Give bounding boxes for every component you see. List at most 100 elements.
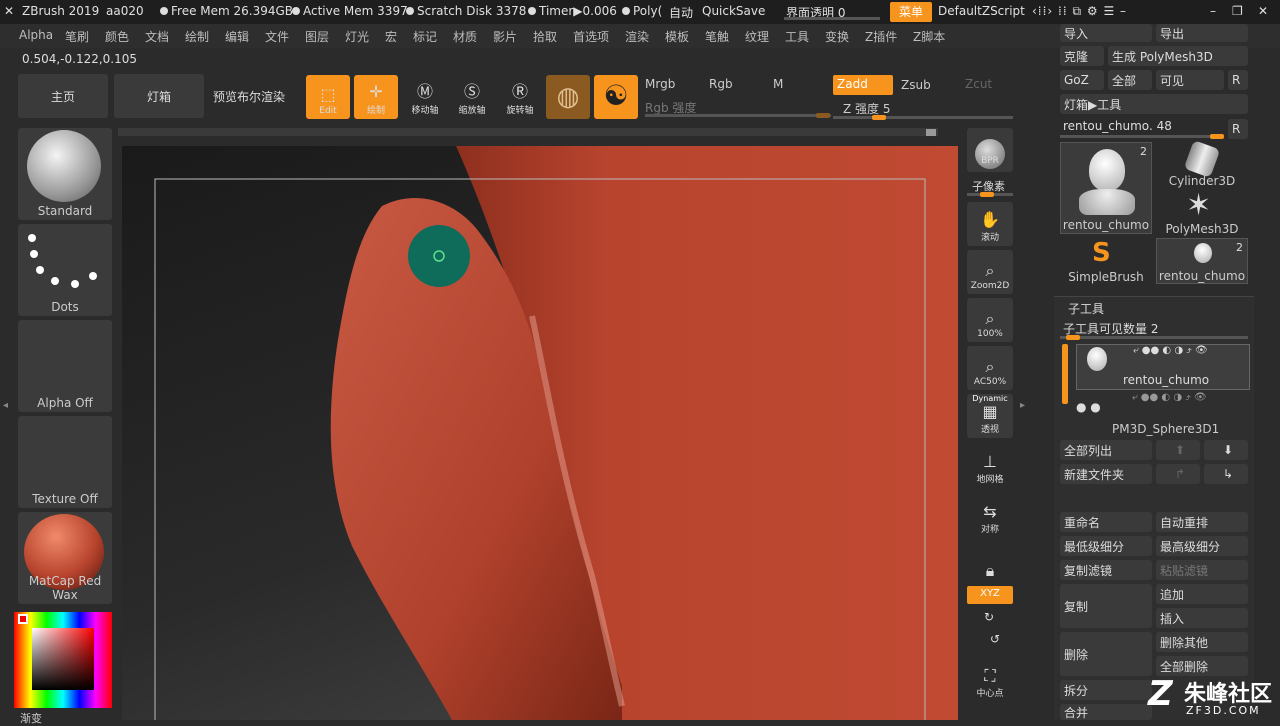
goz-button[interactable]: GoZ [1060, 70, 1104, 90]
z-intensity-handle[interactable] [872, 115, 886, 120]
color-saturation-square[interactable] [32, 628, 94, 690]
rgb-intensity-handle[interactable] [816, 113, 830, 118]
ac50-button[interactable]: ⌕ AC50% [967, 346, 1013, 390]
actual-size-button[interactable]: ⌕ 100% [967, 298, 1013, 342]
mrgb-toggle[interactable]: Mrgb [645, 77, 675, 91]
move-up-icon[interactable]: ⬆ [1156, 440, 1200, 460]
goz-r-button[interactable]: R [1228, 70, 1248, 90]
m-toggle[interactable]: M [773, 77, 783, 91]
tool-r-button[interactable]: R [1228, 119, 1248, 139]
home-button[interactable]: 主页 [18, 74, 108, 118]
xyz-rotate-button[interactable]: XYZ [967, 586, 1013, 604]
menu-brush[interactable]: 笔刷 [65, 28, 89, 45]
delete-other-button[interactable]: 删除其他 [1156, 632, 1248, 652]
current-tool-handle[interactable] [1210, 134, 1224, 139]
menu-zplugin[interactable]: Z插件 [865, 28, 897, 45]
menu-stencil[interactable]: 模板 [665, 28, 689, 45]
restore-icon[interactable]: ❐ [1232, 4, 1243, 18]
menu-macro[interactable]: 宏 [385, 28, 397, 45]
subtool-item-pm3d-sphere[interactable]: ● ● ⤶ ●● ◐ ◑ ⤴ 👁︎ PM3D_Sphere3D1 [1076, 392, 1250, 438]
tool-thumb-rentou-chumo[interactable]: 2 rentou_chumo [1060, 142, 1152, 234]
new-folder-button[interactable]: 新建文件夹 [1060, 464, 1152, 484]
highest-subdiv-button[interactable]: 最高级细分 [1156, 536, 1248, 556]
subtool-item-rentou-chumo[interactable]: ⤶ ●● ◐ ◑ ⤴ 👁︎ rentou_chumo [1076, 344, 1250, 390]
menu-file[interactable]: 文件 [265, 28, 289, 45]
subtool-header[interactable]: 子工具 [1068, 300, 1104, 317]
scale-gizmo-button[interactable]: Ⓢ 缩放轴 [450, 75, 494, 119]
export-button[interactable]: 导出 [1156, 24, 1248, 42]
menu-light[interactable]: 灯光 [345, 28, 369, 45]
subtool-visible-handle[interactable] [1066, 335, 1080, 340]
tool-thumb-polymesh3d[interactable]: ✶ PolyMesh3D [1156, 188, 1248, 236]
perspective-button[interactable]: Dynamic ▦ 透视 [967, 394, 1013, 438]
rgb-toggle[interactable]: Rgb [709, 77, 733, 91]
subtool-list-scrollbar[interactable] [1062, 344, 1068, 404]
rotate-y-icon[interactable]: ↻ [984, 610, 994, 624]
insert-button[interactable]: 插入 [1156, 608, 1248, 628]
canvas-top-scrollbar[interactable] [118, 128, 938, 136]
import-button[interactable]: 导入 [1060, 24, 1152, 42]
copy-filter-button[interactable]: 复制滤镜 [1060, 560, 1152, 580]
lock-camera-button[interactable]: 🔒︎ [967, 540, 1013, 584]
lightbox-button[interactable]: 灯箱 [114, 74, 204, 118]
list-all-button[interactable]: 全部列出 [1060, 440, 1152, 460]
goz-visible-button[interactable]: 可见 [1156, 70, 1224, 90]
material-swatch[interactable]: MatCap Red Wax [18, 512, 112, 604]
subtool-toggle-icons[interactable]: ⤶ ●● ◐ ◑ ⤴ 👁︎ [1133, 345, 1208, 356]
menu-tool[interactable]: 工具 [785, 28, 809, 45]
floor-grid-button[interactable]: ⊥ 地网格 [967, 444, 1013, 488]
minimize-icon[interactable]: – [1210, 4, 1216, 18]
viewport-canvas[interactable] [122, 146, 958, 720]
menu-texture[interactable]: 纹理 [745, 28, 769, 45]
folder-down-icon[interactable]: ↳ [1204, 464, 1248, 484]
texture-swatch[interactable]: Texture Off [18, 416, 112, 508]
right-collapse-arrow-icon[interactable]: ▸ [1020, 400, 1025, 411]
move-down-icon[interactable]: ⬇ [1204, 440, 1248, 460]
clone-button[interactable]: 克隆 [1060, 46, 1104, 66]
menu-movie[interactable]: 影片 [493, 28, 517, 45]
move-gizmo-button[interactable]: Ⓜ 移动轴 [403, 75, 447, 119]
color-picker[interactable] [14, 612, 112, 708]
folder-up-icon[interactable]: ↱ [1156, 464, 1200, 484]
tool-thumb-rentou-chumo-2[interactable]: 2 rentou_chumo [1156, 238, 1248, 284]
zoom2d-button[interactable]: ⌕ Zoom2D [967, 250, 1013, 294]
menu-draw[interactable]: 绘制 [185, 28, 209, 45]
menu-material[interactable]: 材质 [453, 28, 477, 45]
menu-zscript[interactable]: Z脚本 [913, 28, 945, 45]
rotate-z-icon[interactable]: ↺ [990, 632, 1000, 646]
rotate-gizmo-button[interactable]: Ⓡ 旋转轴 [498, 75, 542, 119]
color-toggle-button[interactable]: ☯ [594, 75, 638, 119]
zsub-toggle[interactable]: Zsub [901, 78, 931, 92]
quicksave-button[interactable]: QuickSave [702, 4, 765, 18]
brush-swatch[interactable]: Standard [18, 128, 112, 220]
lightbox-tool-button[interactable]: 灯箱▶工具 [1060, 94, 1248, 114]
edit-mode-button[interactable]: ⬚ Edit [306, 75, 350, 119]
bpr-render-button[interactable]: BPR [967, 128, 1013, 172]
duplicate-button[interactable]: 复制 [1060, 584, 1152, 628]
menu-document[interactable]: 文档 [145, 28, 169, 45]
main-color-swatch[interactable] [18, 614, 28, 624]
subtool-toggle-icons-2[interactable]: ⤶ ●● ◐ ◑ ⤴ 👁︎ [1132, 392, 1207, 403]
split-button[interactable]: 拆分 [1060, 680, 1152, 700]
draw-mode-button[interactable]: ✛ 绘制 [354, 75, 398, 119]
rename-button[interactable]: 重命名 [1060, 512, 1152, 532]
tool-thumb-cylinder3d[interactable]: Cylinder3D [1156, 140, 1248, 188]
delete-button[interactable]: 删除 [1060, 632, 1152, 676]
layout-icons[interactable]: ‹⁞⁞› ⁞⁞ ⧉ ⚙ ☰ – [1032, 4, 1127, 19]
goz-all-button[interactable]: 全部 [1108, 70, 1152, 90]
paste-filter-button[interactable]: 粘贴滤镜 [1156, 560, 1248, 580]
menu-color[interactable]: 颜色 [105, 28, 129, 45]
menu-stroke[interactable]: 笔触 [705, 28, 729, 45]
menu-preferences[interactable]: 首选项 [573, 28, 609, 45]
bpr-preview-button[interactable]: 预览布尔渲染 [208, 74, 290, 118]
close-icon[interactable]: ✕ [1258, 4, 1268, 18]
symmetry-button[interactable]: ⇆ 对称 [967, 494, 1013, 538]
menu-picker[interactable]: 拾取 [533, 28, 557, 45]
alpha-swatch[interactable]: Alpha Off [18, 320, 112, 412]
menu-transform[interactable]: 变换 [825, 28, 849, 45]
menu-alpha[interactable]: Alpha [19, 28, 53, 42]
menu-button[interactable]: 菜单 [890, 2, 932, 22]
lowest-subdiv-button[interactable]: 最低级细分 [1060, 536, 1152, 556]
make-polymesh-button[interactable]: 生成 PolyMesh3D [1108, 46, 1248, 66]
left-collapse-arrow-icon[interactable]: ◂ [3, 400, 8, 411]
